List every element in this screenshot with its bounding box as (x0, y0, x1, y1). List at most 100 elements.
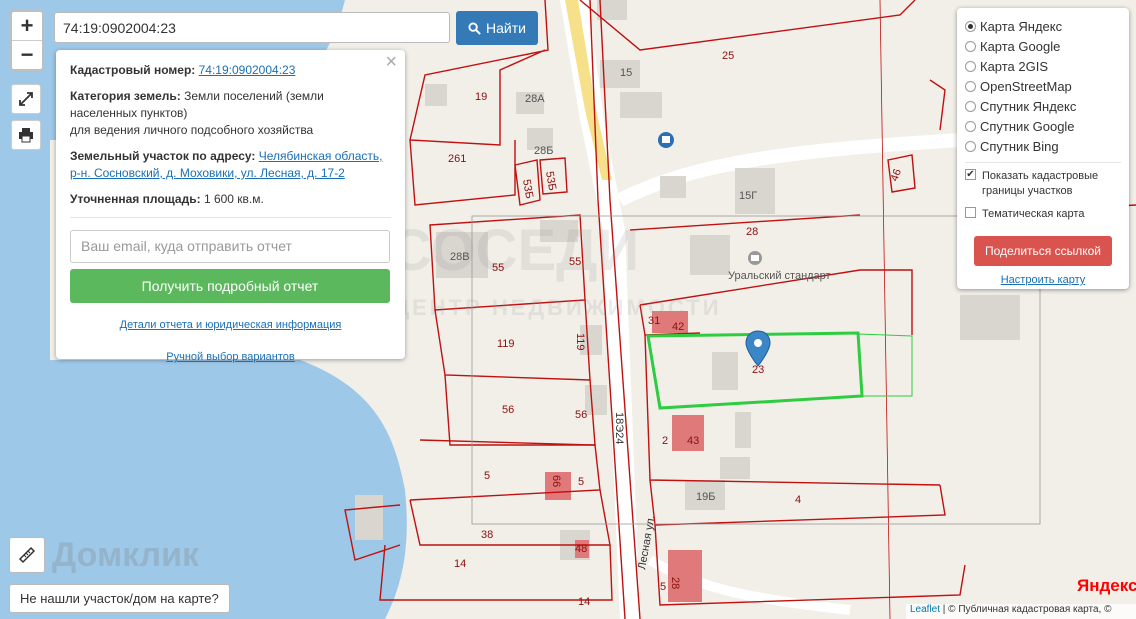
layer-label: Карта Google (980, 38, 1061, 54)
leaflet-link[interactable]: Leaflet (910, 604, 940, 615)
parcel-label: 46 (889, 167, 904, 183)
parcel-label: 23 (752, 364, 764, 376)
parcel-label: 55 (569, 256, 581, 268)
measure-button[interactable] (9, 537, 45, 573)
building-label: 28В (450, 251, 470, 263)
print-icon (19, 128, 33, 143)
layer-label: OpenStreetMap (980, 78, 1072, 94)
layer-option[interactable]: Карта 2GIS (965, 56, 1121, 76)
road-number-label: 18Э24 (613, 412, 625, 444)
svg-text:ЦЕНТР НЕДВИЖИМОСТИ: ЦЕНТР НЕДВИЖИМОСТИ (393, 295, 722, 320)
configure-map-link[interactable]: Настроить карту (1001, 274, 1086, 286)
layer-option[interactable]: Спутник Google (965, 116, 1121, 136)
layer-label: Карта 2GIS (980, 58, 1049, 74)
yandex-logo: Яндекс (1077, 576, 1136, 596)
cadastral-number-row: Кадастровый номер: 74:19:0902004:23 (70, 62, 391, 79)
ruler-icon (18, 546, 36, 564)
parcel-label: 5 (578, 476, 584, 488)
fullscreen-button[interactable] (11, 84, 41, 114)
share-link-button[interactable]: Поделиться ссылкой (974, 236, 1112, 266)
cadastral-number-label: Кадастровый номер: (70, 63, 196, 77)
parcel-label: 119 (497, 338, 515, 350)
layer-option[interactable]: Спутник Bing (965, 136, 1121, 156)
parcel-label: 14 (578, 596, 590, 608)
area-row: Уточненная площадь: 1 600 кв.м. (70, 191, 391, 208)
thematic-label: Тематическая карта (982, 208, 1085, 220)
show-borders-label: Показать кадастровые границы участков (982, 170, 1099, 197)
layer-label: Спутник Bing (980, 138, 1059, 154)
parcel-label: 5 (660, 581, 666, 593)
land-use-value: для ведения личного подсобного хозяйства (70, 123, 314, 137)
radio-icon[interactable] (965, 140, 976, 152)
radio-icon[interactable] (965, 40, 976, 52)
manual-selection-link[interactable]: Ручной выбор вариантов (166, 351, 294, 363)
checkbox-checked-icon[interactable]: ✔ (965, 169, 976, 180)
building-label: 28А (525, 93, 545, 105)
parcel-label: 31 (648, 315, 660, 327)
parcel-info-panel: × Кадастровый номер: 74:19:0902004:23 Ка… (56, 50, 405, 363)
yandex-logo-text: Яндекс (1077, 576, 1136, 595)
parcel-label: 55 (492, 262, 504, 274)
radio-icon[interactable] (965, 120, 976, 132)
building-label: 19Б (696, 491, 715, 503)
parcel-label: 42 (672, 321, 684, 333)
address-row: Земельный участок по адресу: Челябинская… (70, 148, 391, 182)
building-label: 15Г (739, 190, 757, 202)
show-borders-toggle[interactable]: ✔ Показать кадастровые границы участков (965, 169, 1121, 199)
poi-label: Уральский стандарт (728, 270, 831, 282)
radio-icon[interactable] (965, 80, 976, 92)
zoom-out-button[interactable]: − (12, 41, 42, 69)
layer-option[interactable]: Карта Яндекс (965, 16, 1121, 36)
area-label: Уточненная площадь: (70, 192, 201, 206)
layer-label: Спутник Яндекс (980, 98, 1077, 114)
attribution: Leaflet | © Публичная кадастровая карта,… (906, 604, 1136, 619)
radio-icon[interactable] (965, 100, 976, 112)
building-label: 28Б (534, 145, 553, 157)
checkbox-icon[interactable] (965, 207, 976, 218)
search-button[interactable]: Найти (456, 11, 538, 45)
layer-option[interactable]: Спутник Яндекс (965, 96, 1121, 116)
not-found-button[interactable]: Не нашли участок/дом на карте? (9, 584, 230, 613)
zoom-control: + − (10, 10, 44, 71)
parcel-label: 53Б (543, 170, 558, 191)
cadastral-search-input[interactable] (54, 12, 450, 43)
zoom-in-button[interactable]: + (12, 12, 42, 41)
parcel-label: 14 (454, 558, 466, 570)
domclick-watermark: Домклик (52, 536, 200, 574)
cadastral-number-link[interactable]: 74:19:0902004:23 (199, 63, 296, 77)
parcel-label: 43 (687, 435, 699, 447)
radio-selected-icon[interactable] (965, 20, 976, 32)
land-category-label: Категория земель: (70, 89, 181, 103)
layer-label: Карта Яндекс (980, 18, 1063, 34)
bus-stop-icon (658, 132, 674, 148)
layer-label: Спутник Google (980, 118, 1075, 134)
close-icon[interactable]: × (385, 52, 397, 72)
parcel-label: 261 (448, 153, 466, 165)
parcel-label: 19 (475, 91, 487, 103)
parcel-label: 56 (502, 404, 514, 416)
parcel-label: 66 (550, 475, 562, 487)
svg-text:СОСЕДИ: СОСЕДИ (390, 218, 639, 283)
layers-panel: Карта Яндекс Карта Google Карта 2GIS Ope… (957, 8, 1129, 289)
parcel-label: 4 (795, 494, 801, 506)
building-label: 15 (620, 67, 632, 79)
parcel-label: 119 (574, 333, 586, 351)
print-button[interactable] (11, 120, 41, 150)
parcel-label: 48 (575, 543, 587, 555)
location-marker-icon (745, 330, 771, 367)
attribution-text: | © Публичная кадастровая карта, © (940, 604, 1112, 615)
parcel-label: 28 (669, 577, 681, 589)
search-icon (468, 21, 481, 35)
parcel-label: 56 (575, 409, 587, 421)
report-details-link[interactable]: Детали отчета и юридическая информация (120, 319, 342, 331)
land-category-row: Категория земель: Земли поселений (земли… (70, 88, 391, 139)
email-field[interactable]: Ваш email, куда отправить отчет (70, 230, 390, 263)
fullscreen-icon (19, 92, 33, 106)
thematic-toggle[interactable]: Тематическая карта (965, 207, 1121, 222)
layer-option[interactable]: OpenStreetMap (965, 76, 1121, 96)
radio-icon[interactable] (965, 60, 976, 72)
get-report-button[interactable]: Получить подробный отчет (70, 269, 390, 303)
layer-option[interactable]: Карта Google (965, 36, 1121, 56)
factory-icon (748, 251, 762, 265)
search-button-label: Найти (486, 20, 526, 36)
